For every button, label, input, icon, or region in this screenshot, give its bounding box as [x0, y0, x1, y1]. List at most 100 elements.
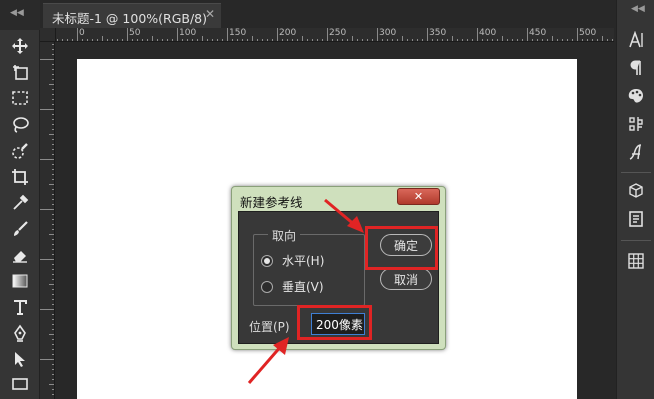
pen-tool-icon[interactable] — [5, 321, 35, 345]
move-tool-icon[interactable] — [5, 34, 35, 58]
ruler-tick — [157, 39, 158, 41]
ruler-tick — [547, 39, 548, 41]
ruler-tick — [397, 39, 398, 41]
cancel-button[interactable]: 取消 — [380, 268, 432, 290]
collapse-toolbar-icon[interactable]: ◀◀ — [10, 8, 24, 18]
paragraph-panel-icon[interactable] — [623, 55, 649, 81]
ruler-tick — [527, 28, 528, 41]
3d-panel-icon[interactable] — [623, 178, 649, 204]
ruler-tick — [587, 39, 588, 41]
ruler-tick — [67, 39, 68, 41]
ruler-tick — [52, 349, 54, 350]
dialog-close-button[interactable]: ✕ — [397, 188, 440, 205]
ruler-tick — [142, 39, 143, 41]
ruler-tick — [302, 36, 303, 41]
ruler-tick — [327, 28, 328, 41]
close-tab-icon[interactable]: ✕ — [205, 7, 215, 21]
ruler-tick — [167, 39, 168, 41]
ruler-tick — [52, 374, 54, 375]
ruler-tick — [52, 274, 54, 275]
ruler-tick — [367, 39, 368, 41]
ruler-tick — [52, 304, 54, 305]
ruler-tick — [427, 28, 428, 41]
ruler-tick — [49, 284, 54, 285]
ruler-tick — [297, 39, 298, 41]
ruler-tick — [212, 39, 213, 41]
gradient-tool-icon[interactable] — [5, 269, 35, 293]
ruler-tick — [52, 249, 54, 250]
ruler-tick — [52, 254, 54, 255]
ruler-tick — [272, 39, 273, 41]
marquee-tool-icon[interactable] — [5, 86, 35, 110]
ruler-tick — [52, 99, 54, 100]
ruler-tick — [197, 39, 198, 41]
ruler-tick — [277, 28, 278, 41]
ruler-tick — [592, 39, 593, 41]
ruler-tick — [102, 36, 103, 41]
ruler-tick — [52, 179, 54, 180]
panel-separator — [621, 172, 651, 173]
ruler-tick — [52, 49, 54, 50]
ruler-tick — [437, 39, 438, 41]
document-tab[interactable]: 未标题-1 @ 100%(RGB/8) ✕ — [43, 3, 221, 28]
rectangle-tool-icon[interactable] — [5, 372, 35, 396]
highlight-ok-box — [365, 226, 438, 270]
ruler-tick — [112, 39, 113, 41]
ruler-label: 150 — [229, 28, 247, 38]
ruler-label: 200 — [279, 28, 297, 38]
ruler-tick — [52, 44, 54, 45]
adjustments-panel-icon[interactable] — [623, 111, 649, 137]
lasso-tool-icon[interactable] — [5, 113, 35, 137]
ruler-origin[interactable] — [40, 28, 56, 42]
ruler-tick — [52, 314, 54, 315]
ruler-tick — [52, 264, 54, 265]
ruler-tick — [477, 28, 478, 41]
ruler-tick — [602, 36, 603, 41]
ruler-tick — [52, 389, 54, 390]
document-tab-title: 未标题-1 @ 100%(RGB/8) — [52, 11, 208, 26]
brush-tool-icon[interactable] — [5, 217, 35, 241]
ruler-tick — [52, 219, 54, 220]
ruler-label: 50 — [129, 28, 141, 38]
ruler-tick — [432, 39, 433, 41]
orientation-label: 取向 — [268, 227, 301, 244]
ruler-tick — [412, 39, 413, 41]
glyphs-panel-icon[interactable] — [623, 139, 649, 165]
ruler-tick — [467, 39, 468, 41]
horizontal-radio[interactable] — [261, 254, 273, 267]
ruler-label: 350 — [429, 28, 447, 38]
properties-panel-icon[interactable] — [623, 206, 649, 232]
grid-panel-icon[interactable] — [623, 248, 649, 274]
type-tool-icon[interactable] — [5, 295, 35, 319]
ruler-tick — [372, 39, 373, 41]
vertical-option[interactable]: 垂直(V) — [261, 278, 324, 295]
horizontal-ruler[interactable]: 0 50 100 150 200 250 300 350 400 450 500 — [56, 28, 614, 42]
crop-tool-icon[interactable] — [5, 165, 35, 189]
path-selection-tool-icon[interactable] — [5, 347, 35, 371]
ruler-tick — [52, 164, 54, 165]
vertical-ruler[interactable] — [40, 42, 55, 399]
ruler-tick — [177, 28, 178, 41]
ruler-tick — [377, 28, 378, 41]
color-palette-icon[interactable] — [623, 83, 649, 109]
ruler-tick — [612, 39, 613, 41]
ruler-tick — [49, 84, 54, 85]
ruler-tick — [52, 224, 54, 225]
ruler-tick — [52, 294, 54, 295]
ruler-tick — [122, 39, 123, 41]
eyedropper-tool-icon[interactable] — [5, 191, 35, 215]
vertical-radio[interactable] — [261, 280, 273, 293]
horizontal-option[interactable]: 水平(H) — [261, 252, 324, 269]
quick-selection-tool-icon[interactable] — [5, 139, 35, 163]
ruler-tick — [572, 39, 573, 41]
ruler-tick — [532, 39, 533, 41]
artboard-tool-icon[interactable] — [5, 60, 35, 84]
ruler-tick — [347, 39, 348, 41]
character-panel-icon[interactable] — [623, 27, 649, 53]
collapse-panels-icon[interactable]: ◀◀ — [631, 4, 645, 14]
vertical-label: 垂直(V) — [282, 280, 324, 294]
eraser-tool-icon[interactable] — [5, 243, 35, 267]
ruler-tick — [52, 319, 54, 320]
ruler-tick — [452, 36, 453, 41]
ruler-tick — [52, 229, 54, 230]
